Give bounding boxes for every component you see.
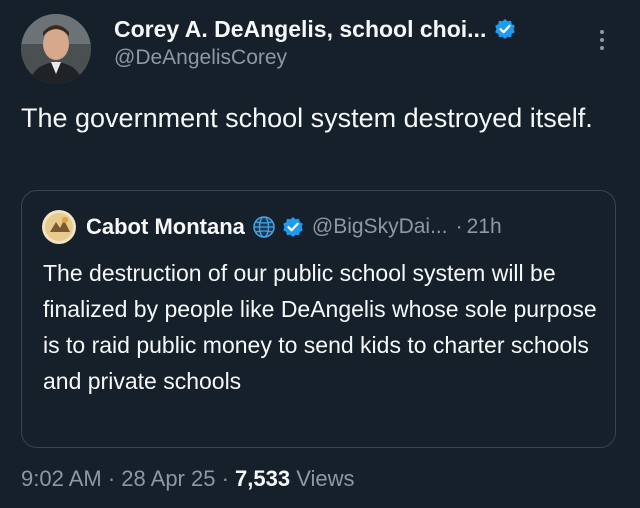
author-name-row: Corey A. DeAngelis, school choi... <box>114 14 516 44</box>
quote-timestamp[interactable]: 21h <box>467 215 502 239</box>
quote-avatar[interactable] <box>42 210 76 244</box>
tweet-date[interactable]: 28 Apr 25 <box>121 466 215 491</box>
meta-separator: · <box>215 466 236 491</box>
quoted-tweet[interactable]: Cabot Montana @BigSkyDai... · 21h The de… <box>21 190 616 448</box>
quote-verified-badge-icon <box>282 216 304 238</box>
author-handle[interactable]: @DeAngelisCorey <box>114 46 287 70</box>
verified-badge-icon <box>494 18 516 40</box>
tweet: Corey A. DeAngelis, school choi... @DeAn… <box>0 0 640 508</box>
tweet-text: The government school system destroyed i… <box>21 103 593 133</box>
quote-text: The destruction of our public school sys… <box>43 260 597 394</box>
quote-header: Cabot Montana @BigSkyDai... · 21h <box>42 210 502 244</box>
views-label: Views <box>290 466 355 491</box>
quote-separator: · <box>455 215 463 238</box>
globe-icon <box>252 215 276 239</box>
meta-separator: · <box>101 466 122 491</box>
tweet-time[interactable]: 9:02 AM <box>21 466 102 491</box>
more-icon[interactable] <box>592 26 612 54</box>
quote-author-name[interactable]: Cabot Montana <box>86 214 245 240</box>
tweet-metadata: 9:02 AM · 28 Apr 25 · 7,533 Views <box>21 466 355 492</box>
author-name[interactable]: Corey A. DeAngelis, school choi... <box>114 16 486 43</box>
quote-author-handle[interactable]: @BigSkyDai... <box>312 215 448 239</box>
author-avatar[interactable] <box>21 14 91 84</box>
views-count[interactable]: 7,533 <box>235 466 290 491</box>
